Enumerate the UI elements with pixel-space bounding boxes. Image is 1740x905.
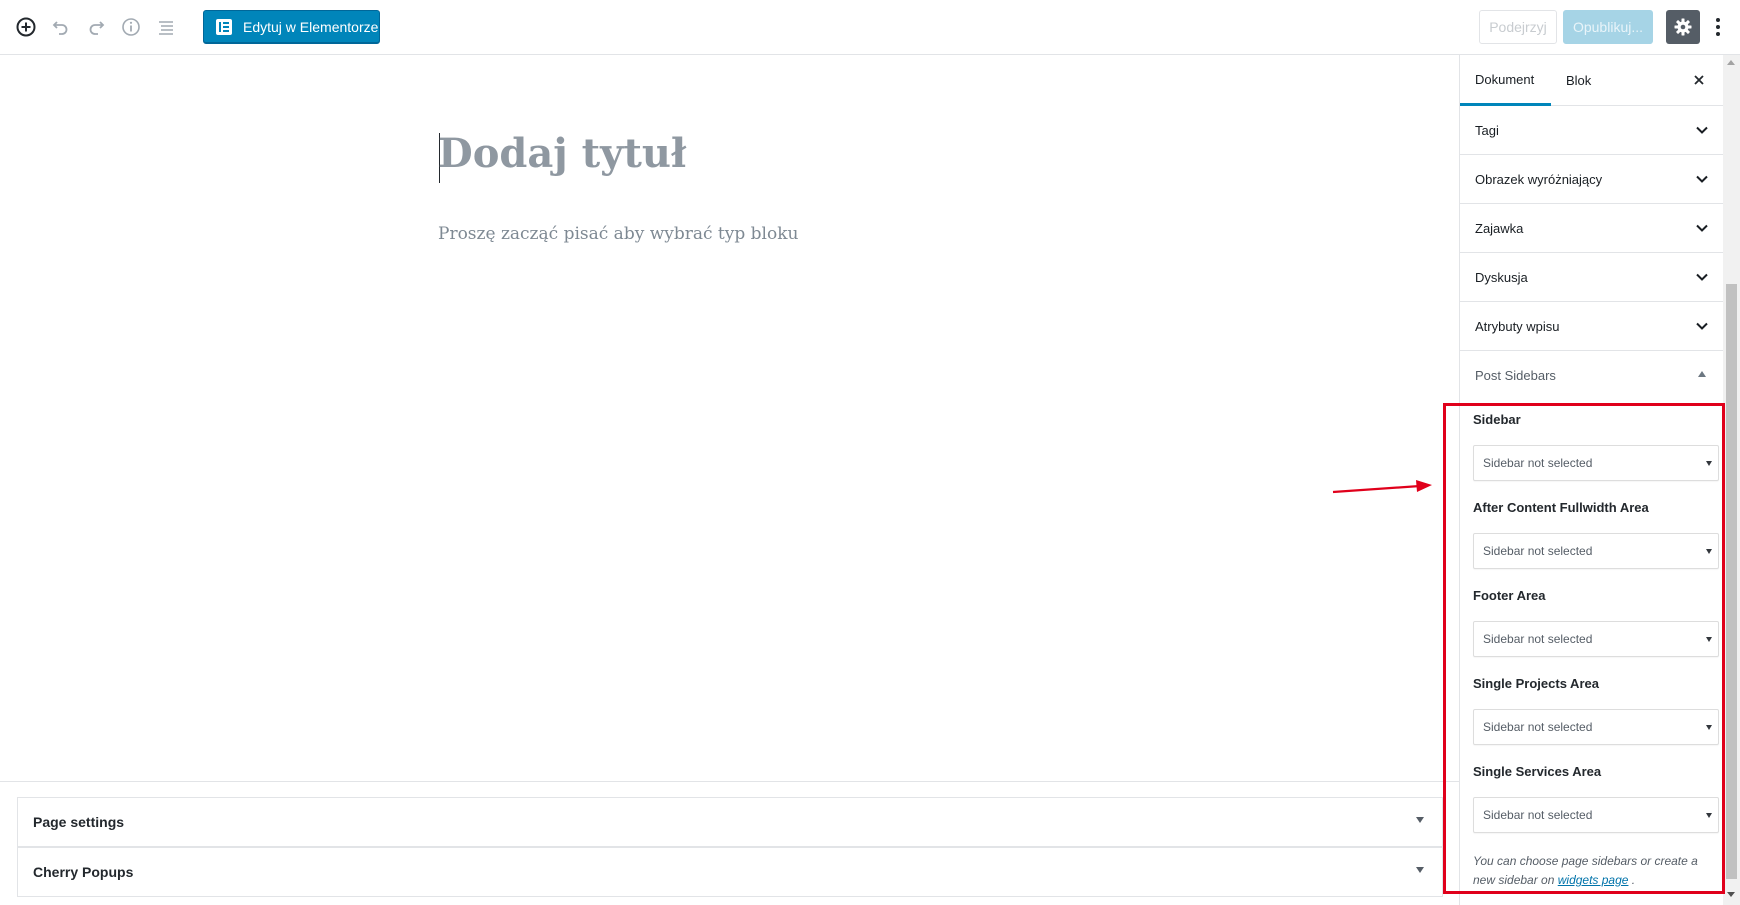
info-icon	[122, 18, 140, 36]
panel-title: Post Sidebars	[1475, 368, 1556, 383]
caret-up-icon	[1698, 371, 1706, 377]
caret-down-icon	[1416, 867, 1424, 873]
chevron-down-icon	[1696, 175, 1708, 183]
panel-title: Tagi	[1475, 122, 1499, 138]
close-sidebar-button[interactable]	[1690, 71, 1708, 89]
scrollbar-thumb[interactable]	[1726, 284, 1737, 879]
settings-button[interactable]	[1666, 10, 1700, 44]
close-icon	[1694, 75, 1704, 85]
default-block-appender[interactable]: Proszę zacząć pisać aby wybrać typ bloku	[438, 224, 798, 244]
list-icon	[159, 21, 173, 35]
redo-button[interactable]	[82, 13, 110, 41]
tab-block[interactable]: Blok	[1566, 55, 1591, 106]
add-block-button[interactable]	[12, 13, 40, 41]
panel-excerpt[interactable]: Zajawka	[1460, 204, 1723, 253]
panel-title: Obrazek wyróżniający	[1475, 171, 1603, 187]
metabox-title: Cherry Popups	[33, 864, 134, 880]
chevron-down-icon	[1696, 126, 1708, 134]
panel-title: Zajawka	[1475, 220, 1524, 236]
info-button[interactable]	[117, 13, 145, 41]
metabox-cherry-popups[interactable]: Cherry Popups	[17, 847, 1443, 897]
scroll-down-arrow-icon[interactable]	[1727, 892, 1735, 897]
preview-button[interactable]: Podejrzyj	[1479, 10, 1557, 44]
annotation-arrow-icon	[1332, 480, 1432, 494]
post-title-input[interactable]: Dodaj tytuł	[438, 130, 686, 177]
scroll-up-arrow-icon[interactable]	[1727, 60, 1735, 65]
tab-document[interactable]: Dokument	[1460, 55, 1551, 106]
publish-button[interactable]: Opublikuj...	[1563, 10, 1653, 44]
elementor-icon	[216, 19, 232, 35]
more-vertical-icon	[1716, 18, 1720, 22]
more-menu-button[interactable]	[1706, 10, 1730, 44]
chevron-down-icon	[1696, 224, 1708, 232]
chevron-down-icon	[1696, 322, 1708, 330]
undo-icon	[52, 21, 68, 35]
redo-icon	[89, 21, 105, 35]
metabox-title: Page settings	[33, 814, 125, 830]
plus-circle-icon	[16, 17, 36, 37]
chevron-down-icon	[1696, 273, 1708, 281]
panel-title: Atrybuty wpisu	[1475, 318, 1560, 334]
panel-title: Dyskusja	[1475, 269, 1528, 285]
annotation-highlight-box	[1443, 403, 1725, 894]
panel-post-sidebars[interactable]: Post Sidebars	[1460, 351, 1723, 400]
sidebar-tabs: Dokument Blok	[1460, 55, 1723, 106]
panel-featured-image[interactable]: Obrazek wyróżniający	[1460, 155, 1723, 204]
panel-post-attributes[interactable]: Atrybuty wpisu	[1460, 302, 1723, 351]
elementor-button-label: Edytuj w Elementorze	[243, 19, 379, 35]
caret-down-icon	[1416, 817, 1424, 823]
undo-button[interactable]	[47, 13, 75, 41]
panel-discussion[interactable]: Dyskusja	[1460, 253, 1723, 302]
editor-toolbar: Edytuj w Elementorze Podejrzyj Opublikuj…	[0, 0, 1740, 55]
edit-with-elementor-button[interactable]: Edytuj w Elementorze	[203, 10, 380, 44]
metabox-area: Page settings Cherry Popups	[0, 781, 1460, 905]
gear-icon	[1674, 18, 1692, 36]
metabox-page-settings[interactable]: Page settings	[17, 797, 1443, 847]
panel-tags[interactable]: Tagi	[1460, 106, 1723, 155]
block-navigation-button[interactable]	[152, 13, 180, 41]
